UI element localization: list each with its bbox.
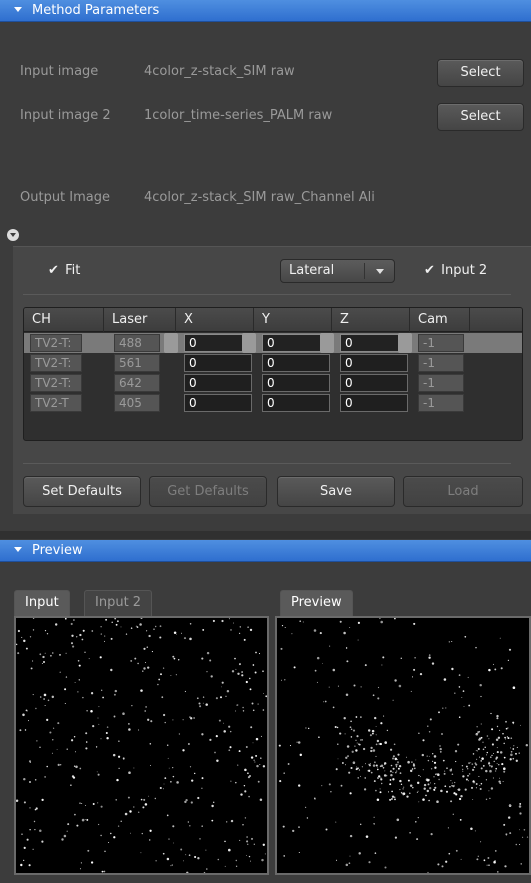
column-header-z: Z — [332, 308, 410, 332]
collapse-triangle-icon — [14, 7, 22, 12]
output-image-label: Output Image — [20, 190, 111, 205]
y-offset-input[interactable]: 0 — [262, 354, 330, 372]
cam-cell: -1 — [418, 334, 464, 352]
cam-cell: -1 — [418, 374, 464, 392]
input-image-value: 4color_z-stack_SIM raw — [144, 64, 295, 79]
input-image-canvas — [16, 618, 267, 873]
column-header-laser: Laser — [104, 308, 176, 332]
chevron-down-icon[interactable] — [7, 229, 19, 241]
dropdown-separator — [364, 263, 365, 279]
input2-checkbox[interactable]: ✔ Input 2 — [424, 263, 487, 278]
get-defaults-button[interactable]: Get Defaults — [149, 476, 267, 507]
channel-cell: TV2-T: — [30, 354, 82, 372]
table-row[interactable]: TV2-T: 642 0 0 0 -1 — [24, 373, 522, 393]
mode-dropdown[interactable]: Lateral — [280, 259, 395, 283]
preview-image-viewport[interactable] — [275, 616, 531, 875]
tab-input-2[interactable]: Input 2 — [84, 590, 153, 616]
column-header-cam: Cam — [410, 308, 470, 332]
preview-image-canvas — [278, 618, 529, 873]
column-header-x: X — [176, 308, 254, 332]
column-header-y: Y — [254, 308, 332, 332]
row-handle[interactable] — [320, 333, 334, 353]
mode-dropdown-value: Lateral — [289, 263, 335, 278]
row-handle[interactable] — [242, 333, 256, 353]
row-handle[interactable] — [164, 333, 178, 353]
laser-cell: 642 — [114, 374, 160, 392]
set-defaults-button[interactable]: Set Defaults — [23, 476, 141, 507]
method-parameters-header[interactable]: Method Parameters — [0, 0, 531, 22]
channel-cell: TV2-T — [30, 394, 82, 412]
z-offset-input[interactable]: 0 — [340, 354, 408, 372]
input-image-viewport[interactable] — [14, 616, 269, 875]
y-offset-input[interactable]: 0 — [262, 374, 330, 392]
method-parameters-title: Method Parameters — [32, 3, 160, 18]
laser-cell: 561 — [114, 354, 160, 372]
table-row[interactable]: TV2-T: 488 0 0 0 -1 — [24, 333, 522, 353]
x-offset-input[interactable]: 0 — [184, 354, 252, 372]
channel-cell: TV2-T: — [30, 374, 82, 392]
tab-preview[interactable]: Preview — [280, 590, 353, 616]
x-offset-input[interactable]: 0 — [184, 374, 252, 392]
channel-offset-table: CH Laser X Y Z Cam TV2-T: 488 0 0 0 -1 T… — [23, 307, 523, 441]
channel-cell: TV2-T: — [30, 334, 82, 352]
cam-cell: -1 — [418, 394, 464, 412]
select-input-image2-button[interactable]: Select — [437, 103, 524, 131]
section-divider — [0, 531, 531, 539]
table-row[interactable]: TV2-T 405 0 0 0 -1 — [24, 393, 522, 413]
load-button[interactable]: Load — [403, 476, 523, 507]
laser-cell: 488 — [114, 334, 160, 352]
input-image2-value: 1color_time-series_PALM raw — [144, 108, 333, 123]
fit-label: Fit — [65, 263, 81, 278]
input-image-label: Input image — [20, 64, 99, 79]
row-handle[interactable] — [398, 333, 412, 353]
checkmark-icon: ✔ — [48, 263, 59, 278]
column-header-ch: CH — [24, 308, 104, 332]
save-button[interactable]: Save — [277, 476, 395, 507]
y-offset-input[interactable]: 0 — [262, 394, 330, 412]
tab-input[interactable]: Input — [14, 590, 70, 616]
cam-cell: -1 — [418, 354, 464, 372]
preview-title: Preview — [32, 543, 83, 558]
divider-line — [23, 294, 511, 295]
fit-checkbox[interactable]: ✔ Fit — [48, 263, 80, 278]
checkmark-icon: ✔ — [424, 263, 435, 278]
z-offset-input[interactable]: 0 — [340, 394, 408, 412]
x-offset-input[interactable]: 0 — [184, 394, 252, 412]
collapse-triangle-icon — [14, 547, 22, 552]
preview-header[interactable]: Preview — [0, 540, 531, 562]
output-image-value: 4color_z-stack_SIM raw_Channel Ali — [144, 190, 375, 205]
select-input-image-button[interactable]: Select — [437, 59, 524, 87]
input2-label: Input 2 — [441, 263, 488, 278]
chevron-down-icon — [376, 269, 384, 274]
laser-cell: 405 — [114, 394, 160, 412]
divider-line — [23, 463, 511, 464]
table-row[interactable]: TV2-T: 561 0 0 0 -1 — [24, 353, 522, 373]
z-offset-input[interactable]: 0 — [340, 374, 408, 392]
table-header: CH Laser X Y Z Cam — [24, 308, 522, 332]
input-image2-label: Input image 2 — [20, 108, 111, 123]
